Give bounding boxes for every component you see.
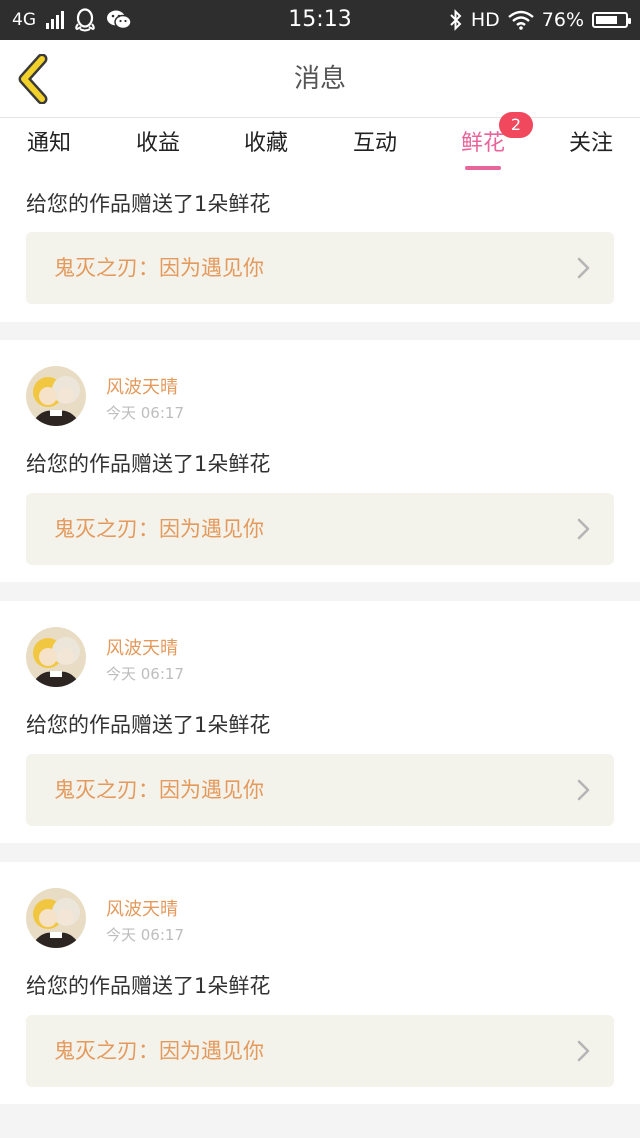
work-link[interactable]: 鬼灭之刃：因为遇见你 (26, 1015, 614, 1087)
avatar[interactable] (26, 627, 86, 687)
status-bar: 4G 15:13 HD 76% (0, 0, 640, 40)
gift-message: 给您的作品赠送了1朵鲜花 (26, 974, 271, 998)
user-name[interactable]: 风波天晴 (106, 634, 178, 660)
tab-following[interactable]: 关注 (546, 118, 636, 176)
unread-badge: 2 (499, 112, 533, 138)
gift-message: 给您的作品赠送了1朵鲜花 (26, 713, 271, 737)
list-item: 风波天晴 今天 06:17 给您的作品赠送了1朵鲜花 鬼灭之刃：因为遇见你 (0, 862, 640, 1104)
chevron-right-icon (577, 1040, 590, 1062)
tab-earnings[interactable]: 收益 (113, 118, 203, 176)
tab-label: 收益 (135, 131, 180, 156)
avatar-image (26, 627, 86, 687)
avatar[interactable] (26, 366, 86, 426)
timestamp: 今天 06:17 (106, 665, 184, 683)
avatar-image (26, 888, 86, 948)
work-link[interactable]: 鬼灭之刃：因为遇见你 (26, 493, 614, 565)
tab-interaction[interactable]: 互动 (330, 118, 420, 176)
work-title: 鬼灭之刃：因为遇见你 (54, 256, 264, 280)
tab-label: 鲜花 (460, 131, 505, 156)
user-name[interactable]: 风波天晴 (106, 373, 178, 399)
tab-favorites[interactable]: 收藏 (221, 118, 311, 176)
active-tab-indicator (465, 166, 501, 170)
tab-notice[interactable]: 通知 (4, 118, 94, 176)
status-right: HD 76% (449, 0, 631, 40)
battery-percent: 76% (541, 9, 584, 31)
chevron-right-icon (577, 518, 590, 540)
tab-flowers[interactable]: 鲜花 2 (438, 112, 533, 176)
work-title: 鬼灭之刃：因为遇见你 (54, 1039, 264, 1063)
tab-bar: 通知 收益 收藏 互动 鲜花 2 关注 (0, 112, 640, 176)
tab-label: 互动 (352, 131, 397, 156)
gift-message: 给您的作品赠送了1朵鲜花 (26, 192, 271, 216)
page-title: 消息 (293, 64, 346, 94)
chevron-right-icon (577, 257, 590, 279)
timestamp: 今天 06:17 (106, 404, 184, 422)
hd-label: HD (470, 9, 500, 31)
bluetooth-icon (450, 9, 462, 31)
chevron-right-icon (577, 779, 590, 801)
wifi-icon (507, 10, 534, 30)
work-title: 鬼灭之刃：因为遇见你 (54, 517, 264, 541)
list-item: 风波天晴 今天 06:17 给您的作品赠送了1朵鲜花 鬼灭之刃：因为遇见你 (0, 340, 640, 582)
avatar-image (26, 366, 86, 426)
tab-label: 收藏 (243, 131, 288, 156)
gift-message: 给您的作品赠送了1朵鲜花 (26, 452, 271, 476)
battery-icon (592, 12, 631, 28)
work-link[interactable]: 鬼灭之刃：因为遇见你 (26, 232, 614, 304)
nav-header: 消息 (0, 40, 640, 118)
avatar[interactable] (26, 888, 86, 948)
tab-label: 通知 (26, 131, 71, 156)
list-item: 风波天晴 今天 06:17 给您的作品赠送了1朵鲜花 鬼灭之刃：因为遇见你 (0, 601, 640, 843)
work-title: 鬼灭之刃：因为遇见你 (54, 778, 264, 802)
timestamp: 今天 06:17 (106, 926, 184, 944)
user-name[interactable]: 风波天晴 (106, 895, 178, 921)
list-item: 给您的作品赠送了1朵鲜花 鬼灭之刃：因为遇见你 (0, 176, 640, 322)
work-link[interactable]: 鬼灭之刃：因为遇见你 (26, 754, 614, 826)
tab-label: 关注 (568, 131, 613, 156)
